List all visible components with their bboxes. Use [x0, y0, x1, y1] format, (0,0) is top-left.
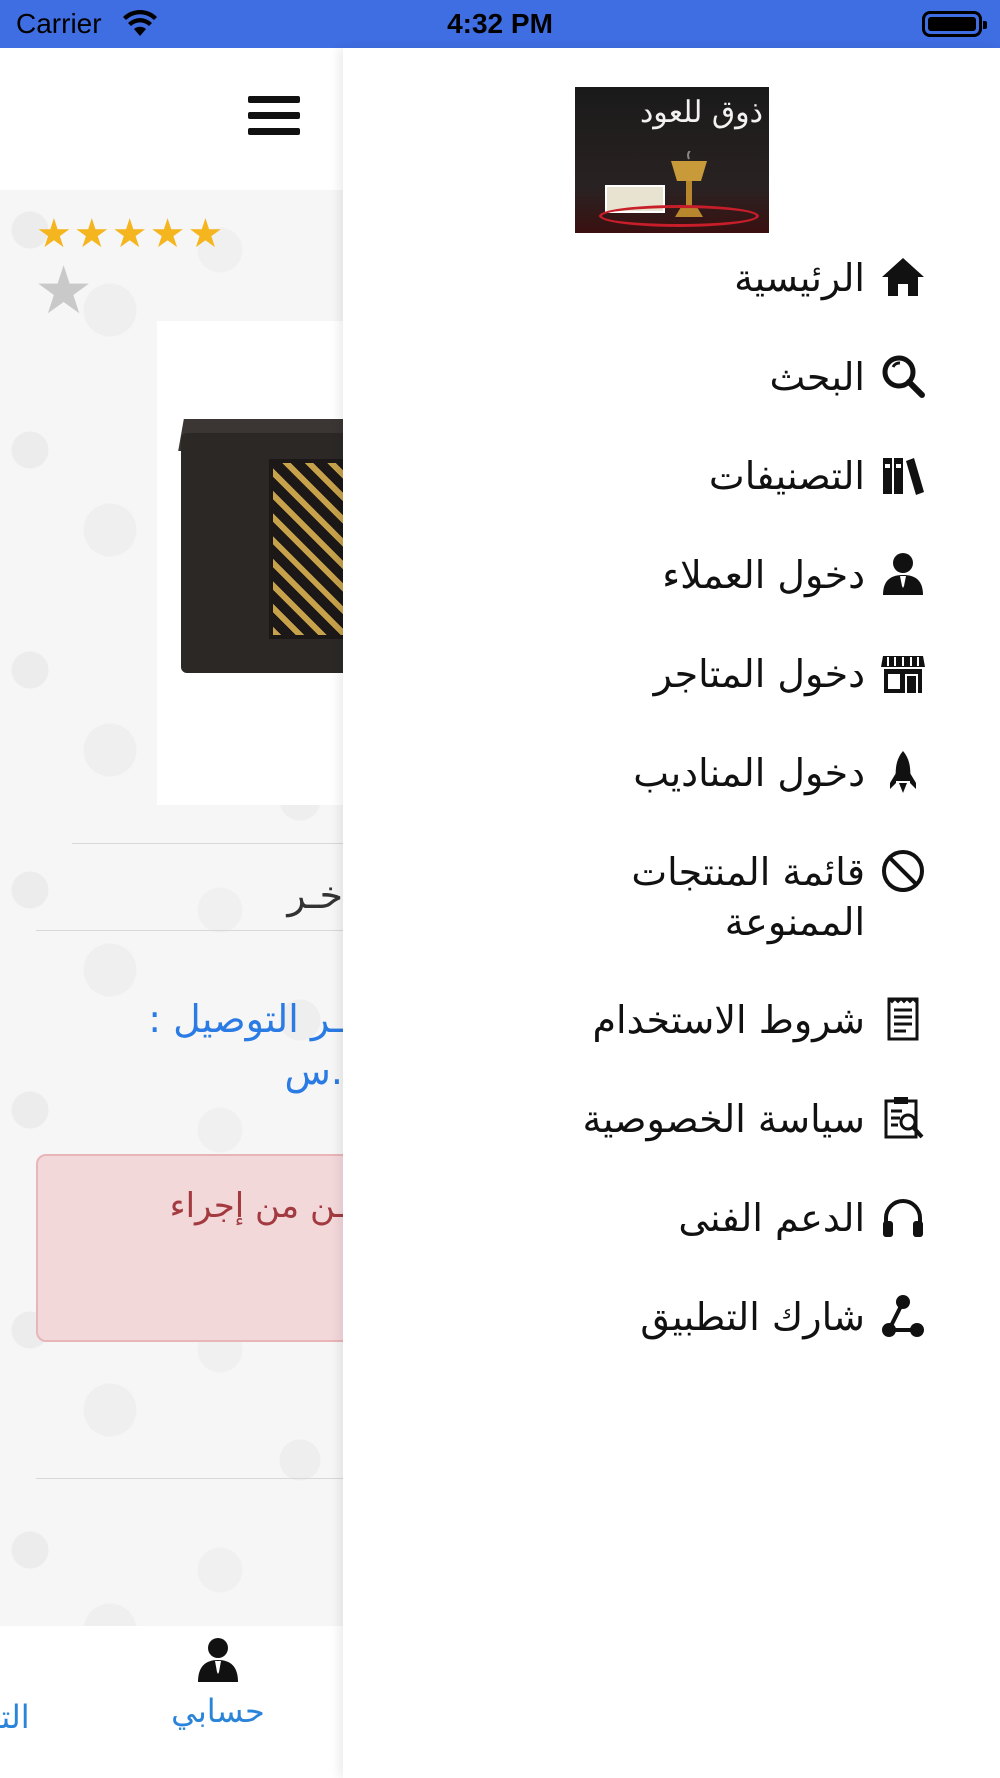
product-image	[157, 321, 343, 805]
rating-stars: ★ ★ ★ ★ ★	[36, 214, 223, 254]
menu-item-share[interactable]: شارك التطبيق	[640, 1292, 927, 1342]
menu-label: دخول المتاجر	[653, 652, 865, 696]
person-icon	[879, 550, 927, 598]
tab-bar: التـ حسابي	[0, 1626, 343, 1778]
divider	[72, 843, 343, 844]
menu-label: البحث	[769, 355, 865, 399]
store-icon	[879, 649, 927, 697]
menu-label: دخول المناديب	[633, 751, 865, 795]
menu-label: شارك التطبيق	[640, 1295, 865, 1339]
menu-item-search[interactable]: البحث	[770, 352, 927, 402]
product-page: ★ ★ ★ ★ ★ ★ خـر ـر التوصيل : .س مـن من إ…	[0, 48, 343, 1778]
delivery-value: .س	[284, 1049, 343, 1093]
menu-label: التصنيفات	[708, 454, 865, 498]
product-title: خـر	[287, 873, 343, 917]
home-icon	[879, 253, 927, 301]
menu-item-categories[interactable]: التصنيفات	[709, 451, 927, 501]
logo-beads	[599, 205, 759, 227]
menu-label: سياسة الخصوصية	[582, 1097, 865, 1141]
clock: 4:32 PM	[447, 8, 553, 39]
tab-partial[interactable]: التـ	[0, 1698, 30, 1736]
favorite-star-icon[interactable]: ★	[34, 258, 93, 324]
share-icon	[879, 1292, 927, 1340]
menu-item-home[interactable]: الرئيسية	[734, 253, 927, 303]
battery-icon	[922, 11, 987, 37]
menu-item-privacy[interactable]: سياسة الخصوصية	[582, 1094, 927, 1144]
divider	[36, 1478, 343, 1479]
star-icon: ★	[149, 211, 186, 257]
logo-text: ذوق للعود	[639, 95, 763, 130]
person-icon	[198, 1638, 238, 1682]
side-drawer: ذوق للعود الرئيسية البحث التصنيفات دخول …	[343, 48, 1000, 1778]
tab-account-label: حسابي	[171, 1692, 265, 1730]
menu-label: الدعم الفنى	[678, 1196, 865, 1240]
menu-label: قائمة المنتجات الممنوعة	[631, 850, 865, 944]
clipboard-search-icon	[879, 1094, 927, 1142]
ban-icon	[879, 847, 927, 895]
menu-label: دخول العملاء	[662, 553, 865, 597]
delivery-price: ـر التوصيل : .س	[0, 993, 343, 1097]
alert-text: مـن من إجراء	[169, 1186, 343, 1226]
menu-label: شروط الاستخدام	[592, 998, 865, 1042]
star-icon: ★	[73, 211, 110, 257]
menu-item-delegates-login[interactable]: دخول المناديب	[633, 748, 927, 798]
alert-box: مـن من إجراء	[36, 1154, 343, 1342]
status-bar: Carrier 4:32 PM	[0, 0, 1000, 48]
menu-item-customer-login[interactable]: دخول العملاء	[662, 550, 927, 600]
rocket-icon	[879, 748, 927, 796]
menu-item-banned-products[interactable]: قائمة المنتجات الممنوعة	[507, 847, 927, 947]
star-icon: ★	[111, 211, 148, 257]
app-logo: ذوق للعود	[575, 87, 769, 233]
search-icon	[879, 352, 927, 400]
headphones-icon	[879, 1193, 927, 1241]
star-icon: ★	[36, 211, 72, 257]
star-icon: ★	[187, 211, 224, 257]
menu-item-support[interactable]: الدعم الفنى	[678, 1193, 927, 1243]
hamburger-menu-button[interactable]	[248, 96, 300, 138]
menu-item-stores-login[interactable]: دخول المتاجر	[654, 649, 927, 699]
tab-account[interactable]: حسابي	[158, 1636, 278, 1730]
menu-label: الرئيسية	[734, 256, 865, 300]
menu-item-terms[interactable]: شروط الاستخدام	[593, 995, 927, 1045]
books-icon	[879, 451, 927, 499]
delivery-label: ـر التوصيل :	[148, 997, 343, 1041]
document-icon	[879, 995, 927, 1043]
divider	[36, 930, 343, 931]
